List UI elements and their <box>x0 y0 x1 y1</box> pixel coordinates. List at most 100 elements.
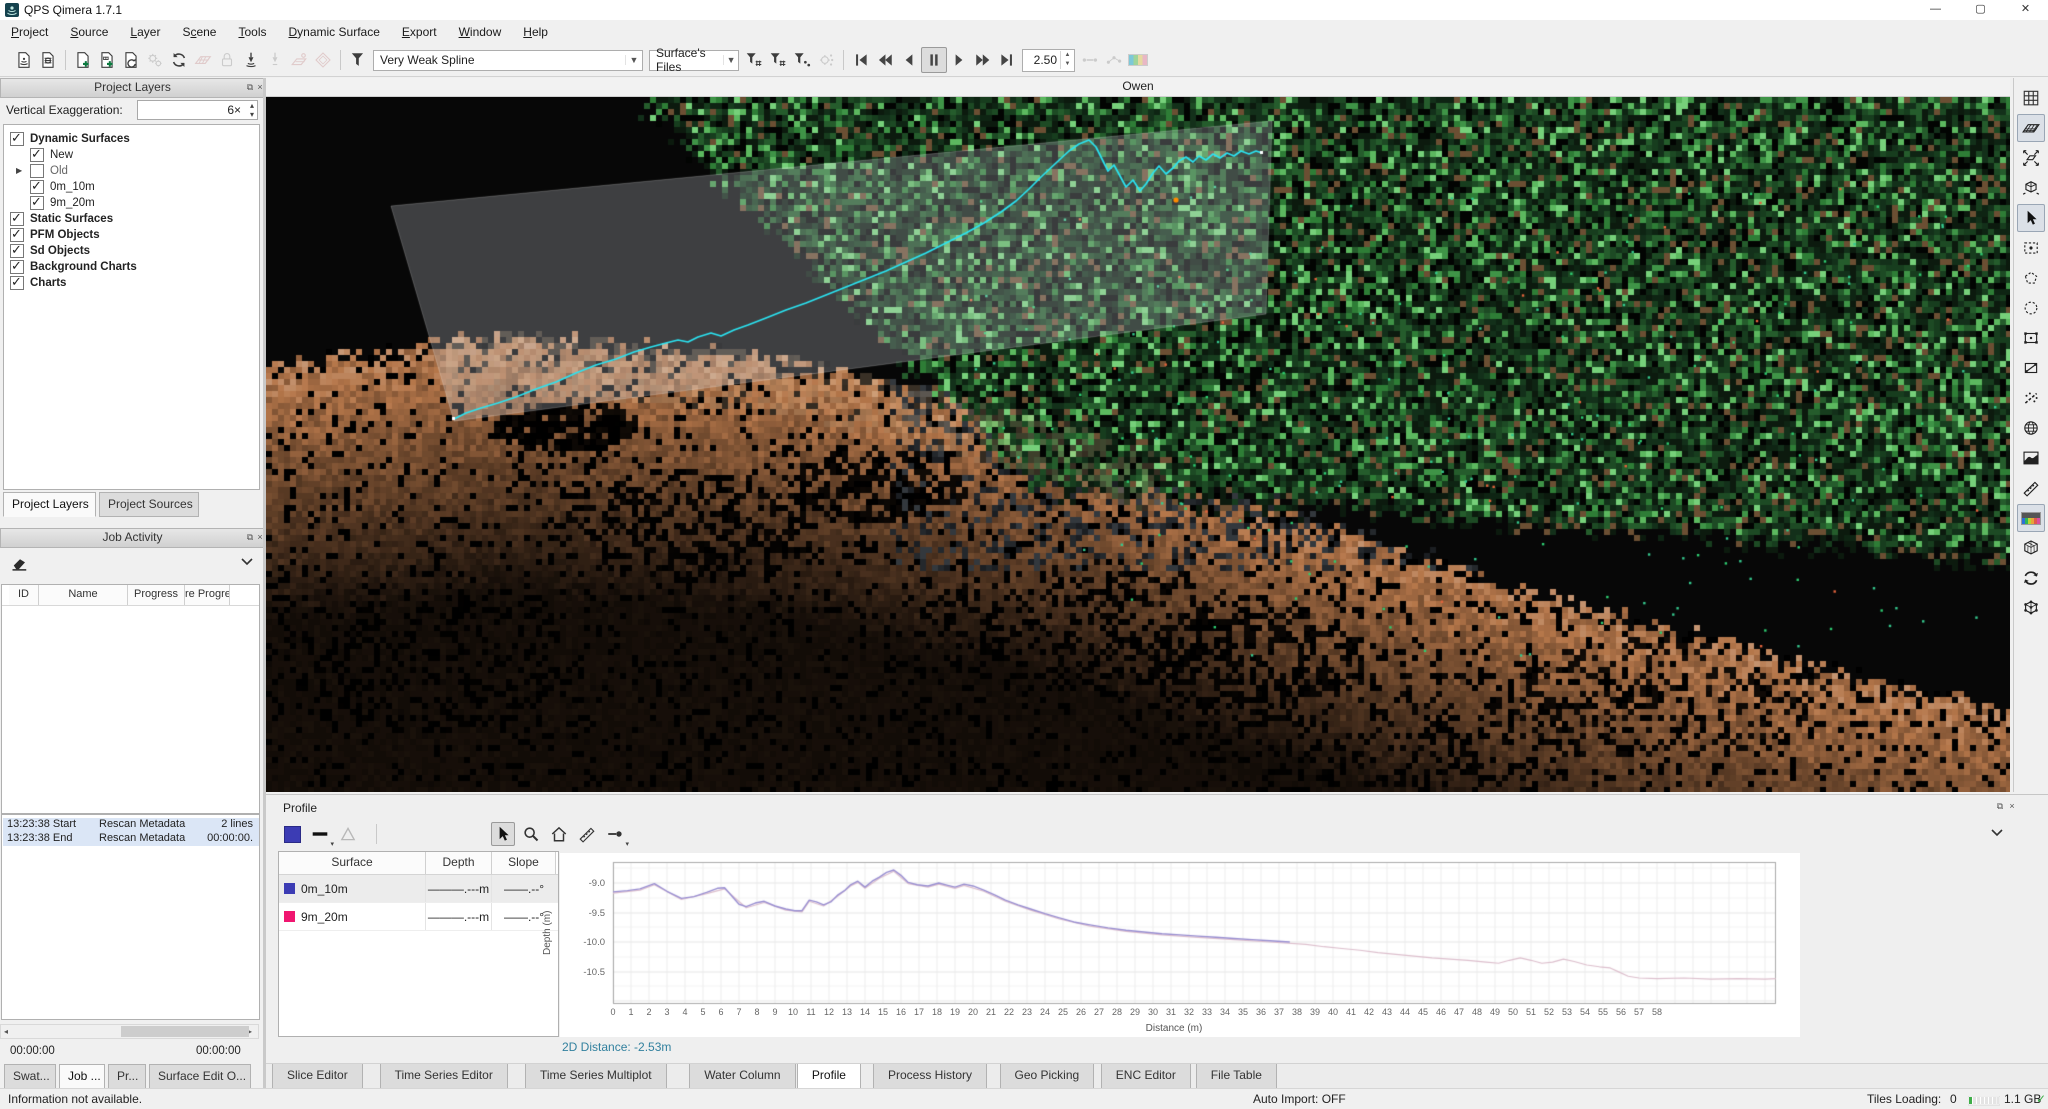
float-panel-icon[interactable]: ⧉ <box>1995 801 2005 811</box>
rotate-view-icon[interactable] <box>2017 564 2045 592</box>
tree-item-charts[interactable]: ✓Charts <box>10 275 66 291</box>
step-back-button[interactable] <box>897 48 921 72</box>
menu-item-scene[interactable]: Scene <box>171 21 227 43</box>
clear-jobs-button[interactable] <box>10 554 32 574</box>
select-rectangle-icon[interactable] <box>2017 234 2045 262</box>
edit-rectangle-icon[interactable] <box>2017 324 2045 352</box>
spin-up-icon[interactable]: ▴ <box>250 101 254 110</box>
close-panel-icon[interactable]: × <box>2007 801 2017 811</box>
tab-profile[interactable]: Profile <box>797 1064 861 1089</box>
home-button[interactable] <box>547 822 571 846</box>
menu-item-export[interactable]: Export <box>391 21 448 43</box>
column-header-id[interactable]: ID <box>9 585 39 605</box>
job-log-row[interactable]: 13:23:38 Start Rescan Metadata 2 lines <box>3 818 259 832</box>
profile-tool-icon[interactable] <box>2017 444 2045 472</box>
minimize-button[interactable]: — <box>1913 0 1958 20</box>
add-processed-file-icon[interactable] <box>95 48 119 72</box>
skip-end-button[interactable] <box>995 48 1019 72</box>
checkbox-9m-20m[interactable]: ✓ <box>30 196 44 210</box>
menu-item-dynamic-surface[interactable]: Dynamic Surface <box>278 21 391 43</box>
menu-item-tools[interactable]: Tools <box>227 21 277 43</box>
tab-enc-editor[interactable]: ENC Editor <box>1101 1064 1191 1089</box>
skip-start-button[interactable] <box>849 48 873 72</box>
checkbox-dynamic-surfaces[interactable]: ✓ <box>10 132 24 146</box>
chevron-down-icon[interactable]: ▾ <box>625 840 629 848</box>
fast-forward-button[interactable] <box>971 48 995 72</box>
toolbar-speed-spinner[interactable]: 2.50▲▼ <box>1022 49 1075 72</box>
pause-button[interactable] <box>921 47 947 73</box>
chevron-down-icon[interactable]: ▼ <box>723 55 738 65</box>
menu-item-source[interactable]: Source <box>59 21 119 43</box>
reload-file-icon[interactable] <box>119 48 143 72</box>
select-circle-icon[interactable] <box>2017 294 2045 322</box>
tree-item-0m-10m[interactable]: ✓0m_10m <box>30 179 95 195</box>
spin-down-icon[interactable]: ▾ <box>250 110 254 119</box>
column-header-re-progre[interactable]: re Progre <box>185 585 230 605</box>
menu-item-help[interactable]: Help <box>512 21 559 43</box>
zoom-3d-icon[interactable] <box>2017 174 2045 202</box>
column-header-name[interactable]: Name <box>39 585 128 605</box>
checkbox-static-surfaces[interactable]: ✓ <box>10 212 24 226</box>
column-header-slope[interactable]: Slope <box>492 852 556 874</box>
spline-filter-icon[interactable] <box>346 48 370 72</box>
column-header-depth[interactable]: Depth <box>426 852 492 874</box>
toolbar-files-combo[interactable]: Surface's Files▼ <box>649 50 739 71</box>
snap-points-button[interactable]: ▾ <box>603 822 627 846</box>
tab-swat[interactable]: Swat... <box>4 1064 56 1089</box>
expander-icon[interactable]: ▶ <box>16 166 22 175</box>
tree-item-static-surfaces[interactable]: ✓Static Surfaces <box>10 211 113 227</box>
table-row-9m-20m[interactable]: 9m_20m ———.---m ——.--° <box>279 903 558 931</box>
tab-project-layers[interactable]: Project Layers <box>3 492 96 517</box>
job-log-row[interactable]: 13:23:38 End Rescan Metadata 00:00:00. <box>3 832 259 846</box>
tab-project-sources[interactable]: Project Sources <box>99 492 199 517</box>
checkbox-sd-objects[interactable]: ✓ <box>10 244 24 258</box>
toolbar-spline-combo[interactable]: Very Weak Spline▼ <box>373 50 643 71</box>
filter-reject-icon[interactable] <box>766 48 790 72</box>
select-cursor-icon[interactable] <box>2017 204 2045 232</box>
tab-time-series-editor[interactable]: Time Series Editor <box>380 1064 508 1089</box>
line-style-button[interactable]: ▾ <box>308 822 332 846</box>
sounding-select-icon[interactable] <box>239 48 263 72</box>
tree-item-old[interactable]: ▶Old <box>30 163 68 179</box>
tree-item-pfm-objects[interactable]: ✓PFM Objects <box>10 227 100 243</box>
float-panel-icon[interactable]: ⧉ <box>245 532 255 542</box>
open-project-icon[interactable] <box>36 48 60 72</box>
checkbox-0m-10m[interactable]: ✓ <box>30 180 44 194</box>
measure-button[interactable] <box>575 822 599 846</box>
edit-polygon-icon[interactable] <box>2017 354 2045 382</box>
select-cursor-button[interactable] <box>491 822 515 846</box>
play-button[interactable] <box>947 48 971 72</box>
tab-job[interactable]: Job ... <box>59 1064 105 1089</box>
tree-item-background-charts[interactable]: ✓Background Charts <box>10 259 137 275</box>
column-header-progress[interactable]: Progress <box>128 585 185 605</box>
collapse-jobs-icon[interactable] <box>240 556 254 570</box>
tab-pr[interactable]: Pr... <box>108 1064 146 1089</box>
checkbox-background-charts[interactable]: ✓ <box>10 260 24 274</box>
menu-item-project[interactable]: Project <box>0 21 59 43</box>
spin-arrows[interactable]: ▲▼ <box>1060 51 1074 69</box>
zoom-button[interactable] <box>519 822 543 846</box>
rewind-button[interactable] <box>873 48 897 72</box>
checkbox-pfm-objects[interactable]: ✓ <box>10 228 24 242</box>
add-raw-file-icon[interactable] <box>71 48 95 72</box>
checkbox-old[interactable] <box>30 164 44 178</box>
vertical-exaggeration-input[interactable]: 6× ▴ ▾ <box>137 100 258 120</box>
table-row-0m-10m[interactable]: 0m_10m ———.---m ——.--° <box>279 875 558 903</box>
colormap-mini-icon[interactable] <box>1126 48 1150 72</box>
tab-slice-editor[interactable]: Slice Editor <box>272 1064 363 1089</box>
colormap-icon[interactable] <box>2017 504 2045 532</box>
measure-tool-icon[interactable] <box>2017 474 2045 502</box>
tree-item-new[interactable]: ✓New <box>30 147 73 163</box>
zoom-extents-icon[interactable] <box>2017 144 2045 172</box>
filter-points-icon[interactable] <box>790 48 814 72</box>
job-log-scrollbar[interactable]: ◂ ▸ <box>0 1024 259 1039</box>
slice-tool-icon[interactable] <box>2017 384 2045 412</box>
chevron-down-icon[interactable]: ▾ <box>330 840 334 848</box>
maximize-button[interactable]: ▢ <box>1958 0 2003 20</box>
profile-chart[interactable] <box>560 853 1800 1008</box>
mesh-view-icon[interactable] <box>2017 534 2045 562</box>
tree-item-9m-20m[interactable]: ✓9m_20m <box>30 195 95 211</box>
tab-file-table[interactable]: File Table <box>1196 1064 1277 1089</box>
new-project-icon[interactable] <box>12 48 36 72</box>
menu-item-layer[interactable]: Layer <box>119 21 171 43</box>
